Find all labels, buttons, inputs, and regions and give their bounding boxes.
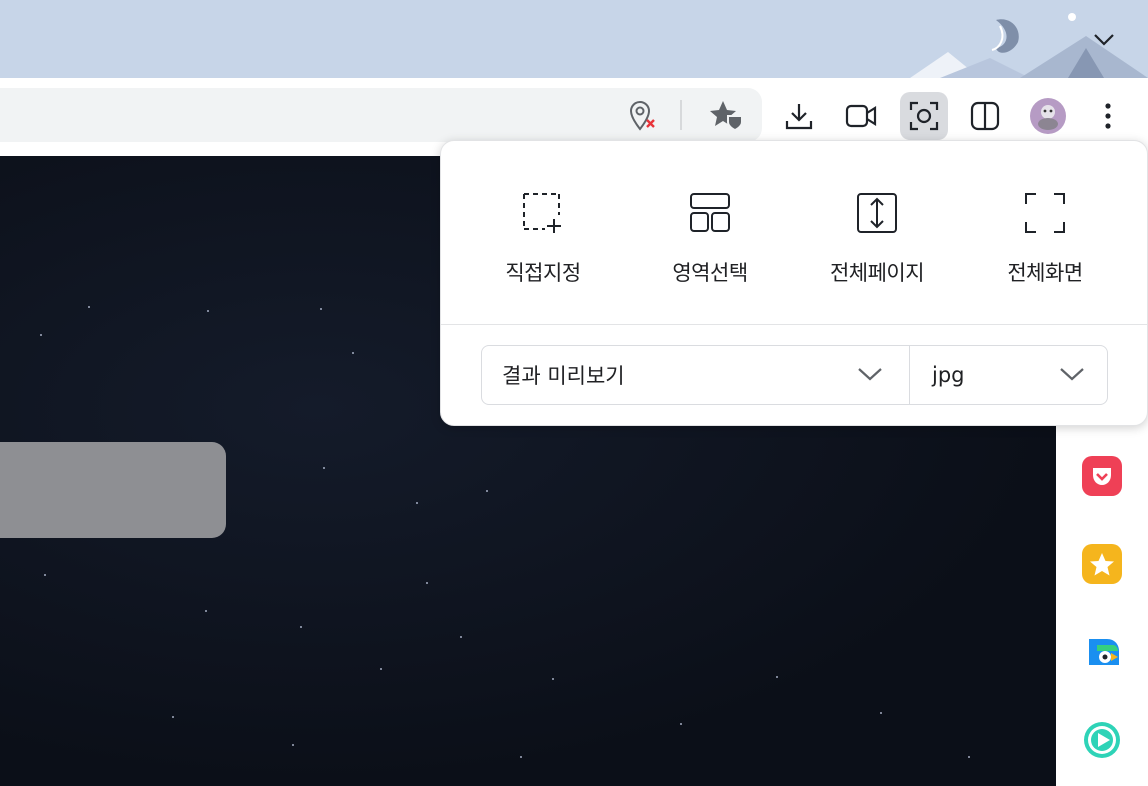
star-dot [172, 716, 174, 718]
favorite-star-icon[interactable] [702, 91, 750, 139]
split-view-icon[interactable] [961, 92, 1009, 140]
star-dot [352, 352, 354, 354]
star-dot [776, 676, 778, 678]
capture-mode-full-page[interactable]: 전체페이지 [797, 189, 957, 289]
chevron-down-icon [1060, 368, 1084, 381]
content-card [0, 442, 226, 538]
star-dot [520, 756, 522, 758]
star-dot [205, 610, 207, 612]
more-menu-icon[interactable] [1084, 92, 1132, 140]
popup-divider [441, 324, 1147, 325]
star-dot [486, 490, 488, 492]
screen-capture-popup: 직접지정 영역선택 전체페이지 전체화면 결과 미리보기 jpg [440, 140, 1148, 426]
star-dot [552, 678, 554, 680]
star-dot [40, 334, 42, 336]
star-dot [300, 626, 302, 628]
capture-mode-region[interactable]: 영역선택 [630, 189, 790, 289]
capture-mode-full-screen[interactable]: 전체화면 [965, 189, 1125, 289]
capture-mode-label: 영역선택 [672, 261, 748, 285]
screen-capture-icon[interactable] [900, 92, 948, 140]
full-page-icon [853, 189, 901, 237]
star-dot [880, 712, 882, 714]
star-dot [416, 502, 418, 504]
result-action-select[interactable]: 결과 미리보기 [482, 346, 910, 404]
profile-avatar[interactable] [1024, 92, 1072, 140]
play-app-icon[interactable] [1082, 720, 1122, 760]
capture-mode-label: 전체화면 [1007, 261, 1083, 285]
capture-options: 결과 미리보기 jpg [481, 345, 1108, 405]
star-dot [968, 756, 970, 758]
star-dot [207, 310, 209, 312]
capture-mode-label: 전체페이지 [829, 261, 925, 285]
star-dot [44, 574, 46, 576]
address-bar[interactable] [0, 88, 762, 142]
bookmark-star-app-icon[interactable] [1082, 544, 1122, 584]
result-action-value: 결과 미리보기 [502, 364, 625, 388]
capture-mode-label: 직접지정 [505, 261, 581, 285]
download-icon[interactable] [775, 92, 823, 140]
pocket-app-icon[interactable] [1082, 456, 1122, 496]
tab-list-chevron-icon[interactable] [1088, 26, 1120, 54]
location-blocked-icon[interactable] [618, 91, 666, 139]
image-format-value: jpg [932, 363, 965, 387]
star-dot [426, 582, 428, 584]
capture-mode-list: 직접지정 영역선택 전체페이지 전체화면 [441, 141, 1148, 325]
star-dot [460, 636, 462, 638]
tab-strip [0, 0, 1148, 78]
custom-area-icon [519, 189, 567, 237]
edge-bird-app-icon[interactable] [1082, 632, 1122, 672]
star-dot [323, 467, 325, 469]
address-bar-divider [680, 100, 682, 130]
capture-mode-custom[interactable]: 직접지정 [463, 189, 623, 289]
star-dot [680, 723, 682, 725]
region-select-icon [686, 189, 734, 237]
chevron-down-icon [858, 368, 882, 381]
video-capture-icon[interactable] [837, 92, 885, 140]
star-dot [320, 308, 322, 310]
star-dot [380, 668, 382, 670]
image-format-select[interactable]: jpg [910, 346, 1107, 404]
star-dot [292, 744, 294, 746]
star-dot [88, 306, 90, 308]
full-screen-icon [1021, 189, 1069, 237]
